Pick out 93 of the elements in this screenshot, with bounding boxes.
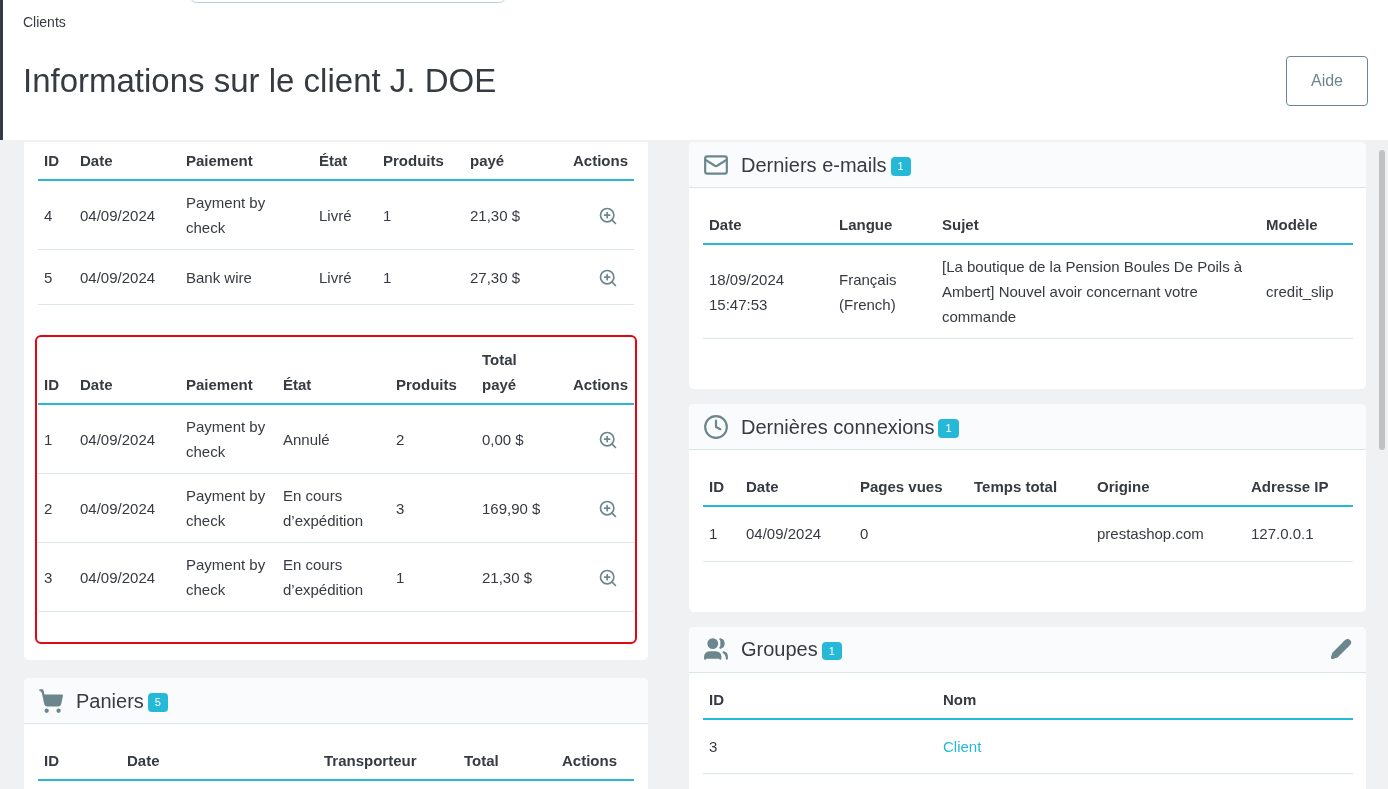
table-cell: Français (French) — [839, 270, 897, 313]
users-icon — [703, 636, 729, 662]
count-badge: 1 — [890, 157, 911, 176]
card-title: Dernières connexions — [741, 414, 935, 440]
column-header: Total payé — [482, 351, 517, 393]
table-cell: 04/09/2024 — [80, 268, 156, 286]
table-cell: En cours d’expédition — [283, 487, 364, 529]
table-cell: 27,30 $ — [470, 268, 521, 286]
table-cell: 21,30 $ — [482, 568, 533, 586]
card-title: Derniers e-mails — [741, 152, 887, 178]
column-header: Produits — [396, 376, 457, 393]
column-header: Origine — [1097, 478, 1150, 495]
table-cell: En cours d’expédition — [283, 556, 364, 598]
table-cell: 04/09/2024 — [746, 525, 822, 543]
help-button[interactable]: Aide — [1286, 56, 1368, 106]
column-header: ID — [44, 152, 59, 169]
table-cell: [La boutique de la Pension Boules De Poils à Ambert] Nouvel avoir concernant votre commande — [942, 258, 1243, 325]
table-cell: 127.0.0.1 — [1251, 525, 1314, 543]
table-cell: 4 — [44, 206, 53, 224]
column-header: Paiement — [186, 152, 253, 169]
table-cell: 2 — [44, 499, 53, 517]
column-header: Modèle — [1266, 216, 1318, 233]
table-cell: 04/09/2024 — [80, 206, 156, 224]
table-cell: 1 — [383, 206, 392, 224]
column-header: ID — [44, 376, 59, 393]
view-icon[interactable] — [598, 267, 618, 288]
table-cell: 5 — [44, 268, 53, 286]
column-header: Date — [709, 216, 742, 233]
column-header: Produits — [383, 152, 444, 169]
column-header: Date — [80, 152, 113, 169]
table-cell: 3 — [396, 499, 405, 517]
column-header: Pages vues — [860, 478, 943, 495]
column-header: Nom — [943, 690, 977, 708]
table-cell: prestashop.com — [1097, 525, 1204, 543]
column-header: ID — [709, 478, 724, 495]
table-cell: Annulé — [283, 430, 330, 448]
table-cell: 3 — [709, 737, 718, 755]
page-title: Informations sur le client J. DOE — [23, 61, 497, 101]
table-cell: 1 — [383, 268, 392, 286]
table-cell: 04/09/2024 — [80, 430, 156, 448]
table-cell: Payment by check — [186, 487, 266, 529]
table-cell: 1 — [44, 430, 53, 448]
view-icon[interactable] — [598, 205, 618, 226]
column-header: Date — [80, 376, 113, 393]
column-header: ID — [709, 690, 724, 708]
scrollbar[interactable] — [1379, 150, 1385, 450]
column-header: Actions — [562, 752, 617, 769]
table-cell: 1 — [709, 525, 718, 543]
column-header: Transporteur — [324, 752, 417, 769]
column-header: payé — [470, 152, 505, 169]
count-badge: 1 — [938, 419, 959, 438]
column-header: ID — [44, 752, 59, 769]
table-cell: 1 — [396, 568, 405, 586]
table-cell: Payment by check — [186, 194, 266, 236]
group-link[interactable]: Client — [943, 737, 982, 755]
table-cell: 21,30 $ — [470, 206, 521, 224]
column-header: État — [319, 152, 348, 169]
count-badge: 1 — [821, 641, 842, 661]
column-header: Actions — [573, 376, 628, 393]
cart-icon — [38, 687, 64, 714]
column-header: Paiement — [186, 376, 253, 393]
table-cell: 3 — [44, 568, 53, 586]
table-cell: Payment by check — [186, 418, 266, 460]
column-header: Date — [127, 752, 160, 769]
table-cell: Payment by check — [186, 556, 266, 598]
table-cell: 0,00 $ — [482, 430, 524, 448]
card-title: Paniers — [76, 688, 144, 714]
table-cell: Livré — [319, 206, 352, 224]
table-cell: 04/09/2024 — [80, 499, 156, 517]
table-cell: Livré — [319, 268, 352, 286]
table-cell: Bank wire — [186, 268, 252, 286]
view-icon[interactable] — [598, 429, 618, 450]
column-header: Sujet — [942, 216, 979, 233]
breadcrumb[interactable]: Clients — [23, 13, 1388, 31]
table-cell: 169,90 $ — [482, 499, 541, 517]
clock-icon — [703, 413, 729, 440]
count-badge: 5 — [147, 693, 168, 712]
view-icon[interactable] — [598, 567, 618, 588]
column-header: Temps total — [974, 478, 1058, 495]
column-header: Adresse IP — [1251, 478, 1329, 495]
table-cell: 0 — [860, 525, 869, 543]
table-cell: 2 — [396, 430, 405, 448]
column-header: Langue — [839, 216, 893, 233]
column-header: État — [283, 376, 312, 393]
column-header: Total — [464, 752, 499, 769]
card-title: Groupes — [741, 637, 818, 662]
edit-icon[interactable] — [1330, 638, 1352, 660]
view-icon[interactable] — [598, 498, 618, 519]
column-header: Actions — [573, 152, 628, 169]
table-cell: credit_slip — [1266, 283, 1334, 300]
table-cell: 04/09/2024 — [80, 568, 156, 586]
table-cell: 18/09/2024 15:47:53 — [709, 270, 785, 313]
column-header: Date — [746, 478, 779, 495]
